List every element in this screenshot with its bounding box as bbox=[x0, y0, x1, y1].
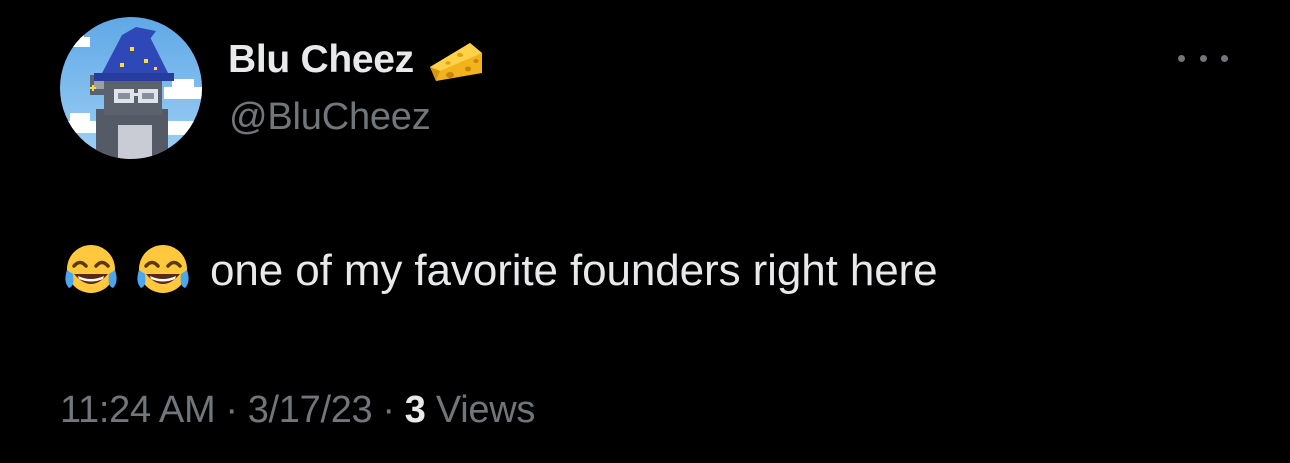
author-avatar[interactable] bbox=[60, 17, 202, 159]
author-handle[interactable]: @BluCheez bbox=[229, 96, 431, 139]
tweet-body-text: one of my favorite founders right here bbox=[210, 246, 938, 295]
tweet-date[interactable]: 3/17/23 bbox=[248, 389, 373, 431]
more-options-button[interactable] bbox=[1178, 44, 1228, 72]
face-with-tears-of-joy-icon bbox=[137, 245, 189, 293]
more-dot-icon bbox=[1221, 54, 1228, 62]
tweet-time[interactable]: 11:24 AM bbox=[60, 389, 216, 431]
meta-separator: · bbox=[225, 389, 238, 431]
more-dot-icon bbox=[1178, 54, 1185, 62]
more-dot-icon bbox=[1199, 54, 1207, 62]
tweet-detail: Blu Cheez @BluCheez one of my favorite f… bbox=[0, 0, 1290, 463]
author-name-row: Blu Cheez bbox=[228, 38, 486, 82]
face-with-tears-of-joy-icon bbox=[65, 245, 117, 293]
views-count: 3 bbox=[404, 389, 426, 431]
author-display-name[interactable]: Blu Cheez bbox=[228, 38, 414, 82]
tweet-text: one of my favorite founders right here bbox=[62, 242, 938, 300]
pixel-wizard-avatar-icon bbox=[60, 17, 202, 159]
tweet-meta: 11:24 AM · 3/17/23 · 3 Views bbox=[60, 389, 535, 432]
views-label: Views bbox=[435, 389, 536, 431]
cheese-icon bbox=[429, 43, 482, 81]
meta-separator: · bbox=[382, 389, 395, 431]
